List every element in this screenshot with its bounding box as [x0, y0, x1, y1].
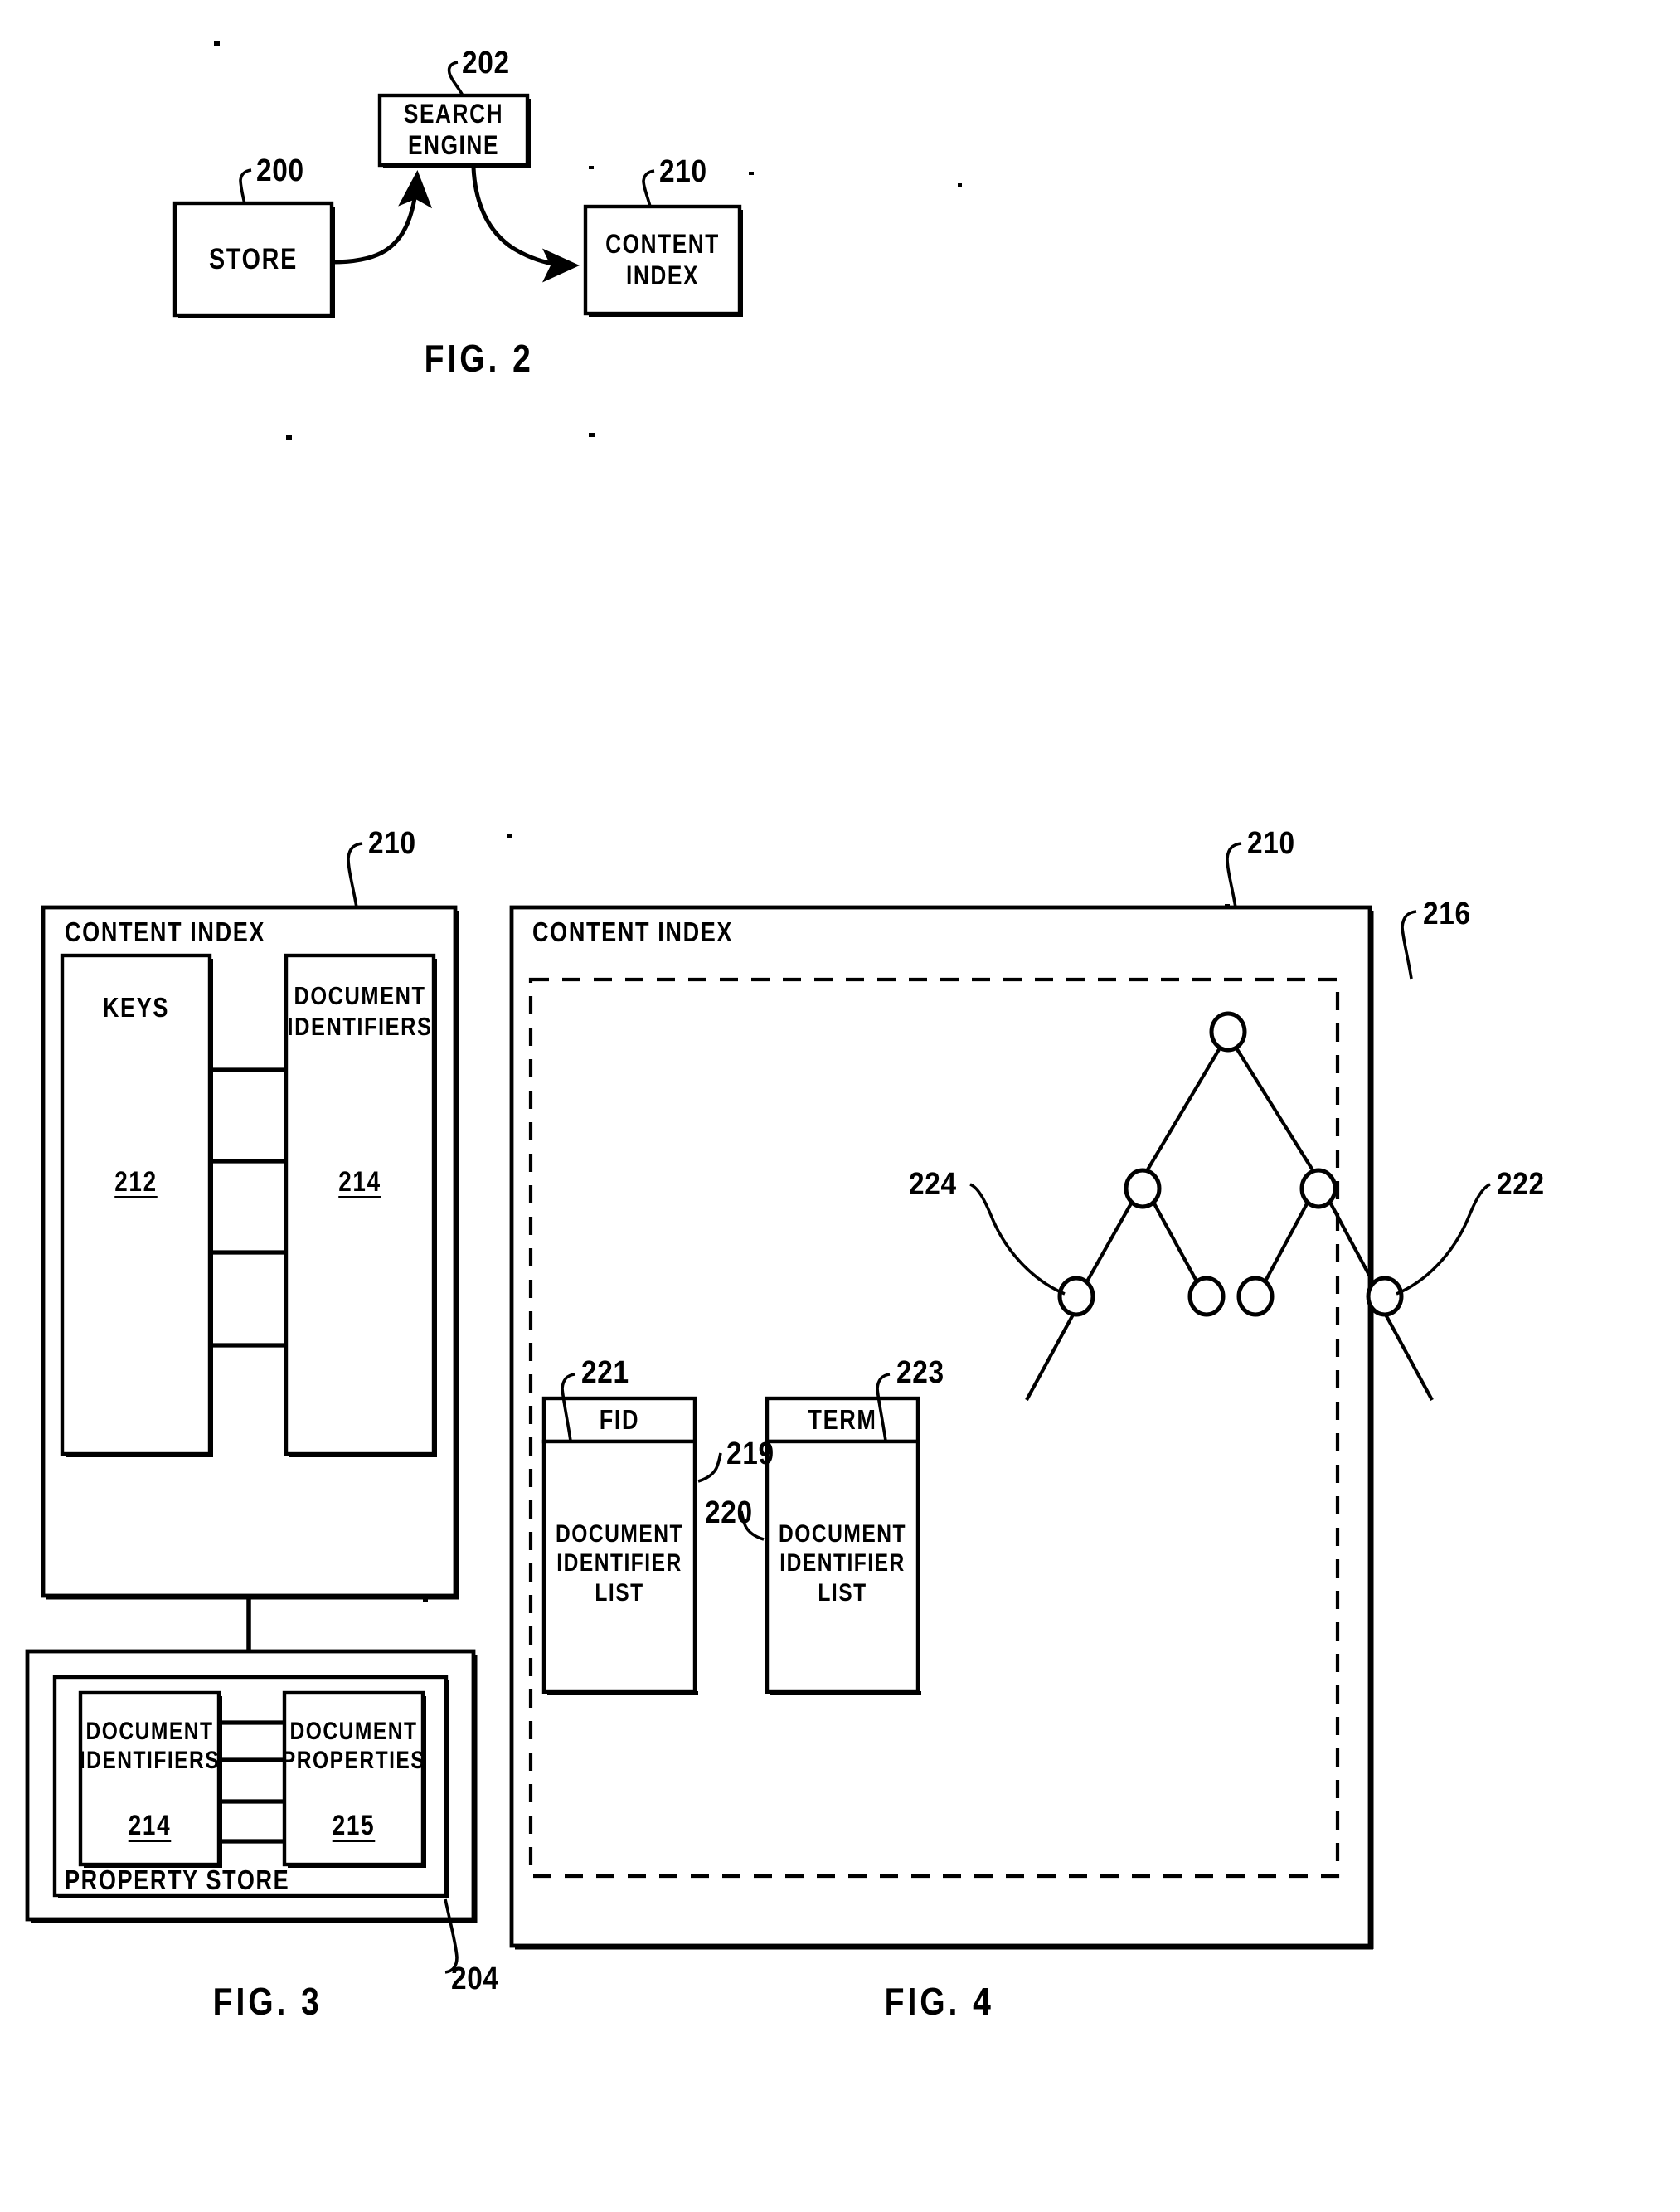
fig3-leader-210 [347, 842, 363, 908]
fig3-caption: FIG. 3 [212, 1980, 323, 2023]
tree-node-root [1209, 1011, 1247, 1053]
fig2-leader-202 [447, 61, 464, 96]
fig3-content-index-title: CONTENT INDEX [65, 916, 266, 947]
fig2-search-engine-label: SEARCH ENGINE [403, 99, 504, 160]
fig2-leader-210 [642, 169, 655, 207]
fig2-arrow-store-to-search [331, 170, 433, 265]
fig4-fid-list-label: DOCUMENT IDENTIFIER LIST [556, 1519, 683, 1607]
fig4-term-list-label: DOCUMENT IDENTIFIER LIST [779, 1519, 906, 1607]
fig3-document-identifiers-ref-lower: 214 [128, 1809, 172, 1841]
fig4-ref-216: 216 [1422, 897, 1471, 931]
fig4-group [509, 842, 1491, 1950]
fig4-leader-216 [1401, 910, 1417, 980]
fig2-caption: FIG. 2 [424, 337, 534, 380]
fig3-keys-ref: 212 [114, 1165, 158, 1198]
patent-drawing-sheet: STORE SEARCH ENGINE CONTENT INDEX 200 20… [0, 0, 1680, 2212]
tree-node-l2-right [1299, 1168, 1338, 1209]
fig2-ref-200: 200 [255, 153, 304, 188]
fig4-fid-header-label: FID [599, 1403, 640, 1435]
tree-node-leaf-2 [1187, 1276, 1226, 1317]
fig3-ref-210: 210 [367, 826, 416, 861]
fig4-ref-224: 224 [908, 1167, 957, 1202]
tree-node-leaf-1 [1057, 1276, 1095, 1317]
fig2-arrow-search-to-content [471, 167, 580, 283]
tree-node-leaf-3 [1236, 1276, 1275, 1317]
fig4-content-index-title: CONTENT INDEX [532, 916, 734, 947]
fig3-document-identifiers-label-lower: DOCUMENT IDENTIFIERS [79, 1717, 221, 1774]
fig3-document-properties-ref: 215 [332, 1809, 376, 1841]
tree-node-l2-left [1124, 1168, 1162, 1209]
fig3-keys-label: KEYS [102, 991, 170, 1023]
fig3-document-identifiers-ref-upper: 214 [338, 1165, 381, 1198]
fig3-ref-204: 204 [450, 1962, 499, 1996]
fig4-leader-210 [1226, 842, 1242, 908]
fig4-ref-210: 210 [1246, 826, 1295, 861]
fig4-leader-222 [1396, 1183, 1491, 1296]
fig2-ref-210: 210 [658, 154, 707, 189]
fig4-ref-219: 219 [726, 1437, 774, 1471]
fig3-property-store-title: PROPERTY STORE [65, 1864, 290, 1895]
tree-node-leaf-4 [1366, 1276, 1404, 1317]
fig2-store-label: STORE [209, 242, 298, 275]
fig3-document-identifiers-label-upper: DOCUMENT IDENTIFIERS [287, 981, 433, 1041]
fig4-ref-222: 222 [1496, 1167, 1545, 1202]
fig2-content-index-label: CONTENT INDEX [605, 228, 720, 290]
fig4-ref-223: 223 [896, 1355, 944, 1390]
fig2-ref-202: 202 [461, 46, 510, 80]
fig4-ref-221: 221 [580, 1355, 629, 1390]
fig3-document-properties-label: DOCUMENT PROPERTIES [281, 1717, 426, 1774]
fig4-term-header-label: TERM [808, 1403, 877, 1435]
fig4-caption: FIG. 4 [884, 1980, 994, 2023]
fig4-ref-220: 220 [704, 1495, 753, 1530]
fig2-leader-200 [239, 168, 252, 205]
